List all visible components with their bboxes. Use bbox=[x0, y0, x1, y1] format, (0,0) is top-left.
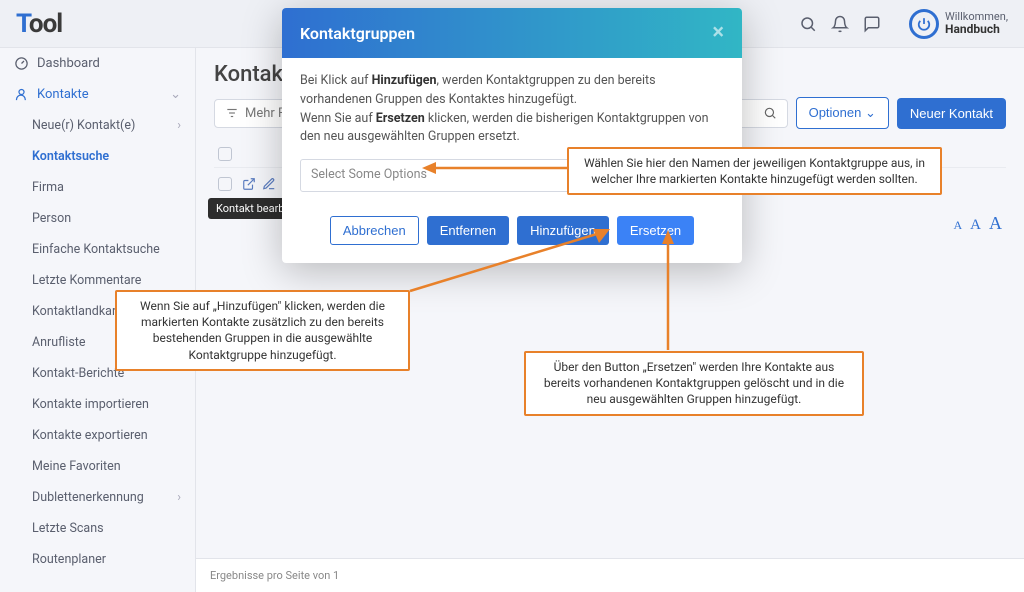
annotation-select: Wählen Sie hier den Namen der jeweiligen… bbox=[567, 147, 942, 195]
replace-button[interactable]: Ersetzen bbox=[617, 216, 694, 245]
kontaktgruppen-modal: Kontaktgruppen × Bei Klick auf Hinzufüge… bbox=[282, 8, 742, 263]
modal-footer: Abbrechen Entfernen Hinzufügen Ersetzen bbox=[282, 206, 742, 263]
modal-title: Kontaktgruppen bbox=[300, 24, 415, 43]
annotation-replace: Über den Button „Ersetzen" werden Ihre K… bbox=[524, 351, 864, 416]
close-icon[interactable]: × bbox=[712, 22, 724, 44]
remove-button[interactable]: Entfernen bbox=[427, 216, 509, 245]
cancel-button[interactable]: Abbrechen bbox=[330, 216, 419, 245]
add-button[interactable]: Hinzufügen bbox=[517, 216, 609, 245]
annotation-add: Wenn Sie auf „Hinzufügen" klicken, werde… bbox=[115, 290, 410, 371]
modal-header: Kontaktgruppen × bbox=[282, 8, 742, 58]
